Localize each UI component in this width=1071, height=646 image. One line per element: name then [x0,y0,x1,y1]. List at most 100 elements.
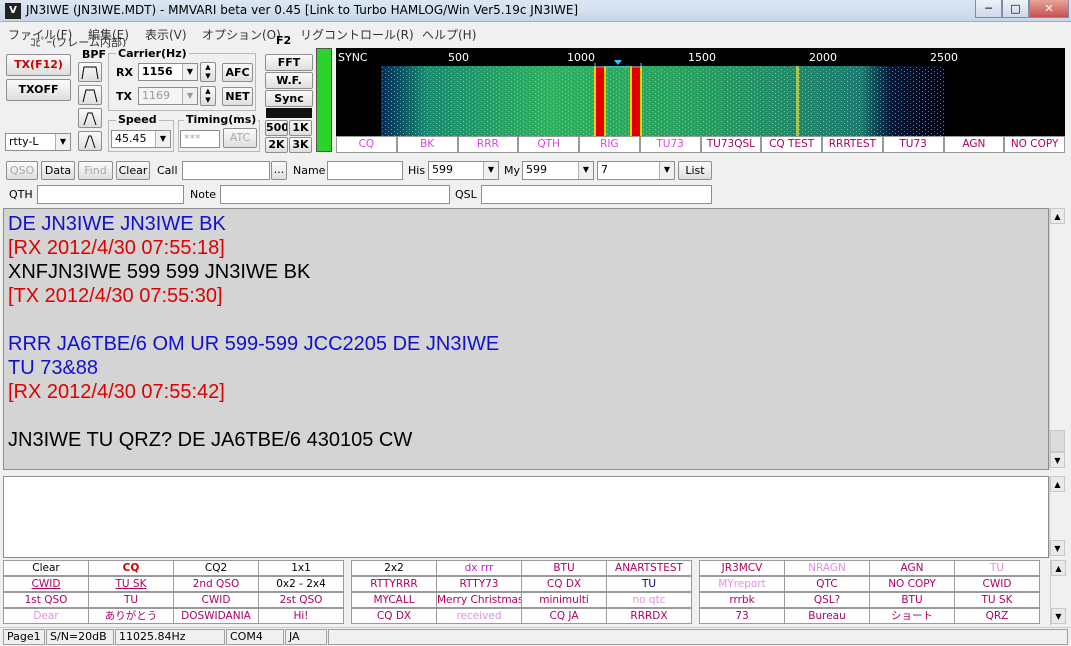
macro-button[interactable]: RTTYRRR [351,576,437,592]
macro-button[interactable]: CQ [88,560,174,576]
rx-spinner[interactable]: ▲ ▼ [200,62,216,82]
atc-button[interactable]: ATC [223,128,257,148]
clear-button[interactable]: Clear [116,161,150,180]
name-input[interactable] [327,161,403,180]
macro-button[interactable]: CQ JA [521,608,607,624]
macro-button[interactable]: 2x2 [351,560,437,576]
his-rst-select[interactable]: 599 ▼ [428,161,499,180]
macro-button[interactable]: NRAGN [784,560,870,576]
tx-frequency-input[interactable]: 1169 ▼ [138,87,198,105]
macro-button[interactable]: RRRDX [606,608,692,624]
macro-button[interactable]: QTC [784,576,870,592]
qth-input[interactable] [37,185,184,204]
macro-button[interactable]: BTU [869,592,955,608]
waterfall-macro-button[interactable]: NO COPY [1004,136,1065,153]
scroll-down-icon[interactable]: ▼ [1050,452,1065,468]
bpf-wide-button[interactable] [78,62,102,82]
macro-button[interactable]: MYreport [699,576,785,592]
qso-button[interactable]: QSO [6,161,38,180]
fft-button[interactable]: FFT [265,54,313,71]
scroll-up-icon[interactable]: ▲ [1050,476,1065,492]
macro-button[interactable]: BTU [521,560,607,576]
menu-help[interactable]: ヘルプ(H) [422,26,476,43]
waterfall-macro-button[interactable]: CQ TEST [761,136,822,153]
bw-1k-button[interactable]: 1K [289,120,312,136]
macro-button[interactable]: ANARTSTEST [606,560,692,576]
macro-button[interactable]: QRZ [954,608,1040,624]
tx-button[interactable]: TX(F12) [6,54,71,76]
maximize-button[interactable]: □ [1002,0,1029,18]
macro-button[interactable]: TU [954,560,1040,576]
waterfall-button[interactable]: W.F. [265,72,313,89]
waterfall-display[interactable]: SYNC 500 1000 1500 2000 2500 [336,48,1065,136]
bw-500-button[interactable]: 500 [265,120,288,136]
bpf-very-narrow-button[interactable] [78,131,102,151]
macro-button[interactable]: TU SK [954,592,1040,608]
tx-spinner[interactable]: ▲ ▼ [200,86,216,106]
macro-button[interactable]: minimulti [521,592,607,608]
macro-button[interactable]: JR3MCV [699,560,785,576]
macro-button[interactable]: CWID [954,576,1040,592]
macro-button[interactable]: QSL? [784,592,870,608]
afc-button[interactable]: AFC [222,63,253,82]
note-input[interactable] [220,185,450,204]
macro-button[interactable]: Bureau [784,608,870,624]
txoff-button[interactable]: TXOFF [6,79,71,101]
macro-button[interactable]: 2st QSO [258,592,344,608]
timing-input[interactable]: *** [180,130,220,148]
transmit-text-pane[interactable] [3,476,1049,558]
bw-2k-button[interactable]: 2K [265,137,288,153]
macro-button[interactable]: rrrbk [699,592,785,608]
bpf-narrow-button[interactable] [78,108,102,128]
macro-button[interactable]: DOSWIDANIA [173,608,259,624]
macro-button[interactable]: 73 [699,608,785,624]
macro-button[interactable]: 1st QSO [3,592,89,608]
waterfall-macro-button[interactable]: RRR [457,136,519,153]
waterfall-macro-button[interactable]: CQ [336,136,397,153]
macro-button[interactable]: CQ DX [521,576,607,592]
macro-button[interactable]: 1x1 [258,560,344,576]
scroll-down-icon[interactable]: ▼ [1050,540,1065,556]
waterfall-macro-button[interactable]: TU73QSL [700,136,762,153]
macro-button[interactable]: Hi! [258,608,344,624]
macro-button[interactable]: ありがとう [88,608,174,624]
waterfall-macro-button[interactable]: QTH [518,136,579,153]
receive-text-pane[interactable]: DE JN3IWE JN3IWE BK [RX 2012/4/30 07:55:1… [3,208,1049,470]
call-lookup-button[interactable]: ... [271,161,287,180]
list-button[interactable]: List [678,161,712,180]
scroll-up-icon[interactable]: ▲ [1051,560,1066,576]
macro-button[interactable]: CWID [3,576,89,592]
find-button[interactable]: Find [78,161,113,180]
waterfall-macro-button[interactable]: RIG [579,136,640,153]
scroll-down-icon[interactable]: ▼ [1051,608,1066,624]
macro-button[interactable]: CQ2 [173,560,259,576]
net-button[interactable]: NET [222,87,253,106]
waterfall-macro-button[interactable]: TU73 [639,136,701,153]
menu-rig-control[interactable]: リグコントロール(R) [300,26,414,43]
speed-select[interactable]: 45.45 ▼ [111,130,171,148]
waterfall-macro-button[interactable]: TU73 [882,136,944,153]
waterfall-macro-button[interactable]: AGN [943,136,1005,153]
macro-button[interactable]: RTTY73 [436,576,522,592]
menu-options[interactable]: オプション(O) [202,26,281,43]
macro-button[interactable]: dx rrr [436,560,522,576]
macro-scrollbar[interactable]: ▲ ▼ [1050,560,1066,626]
macro-button[interactable]: TU [88,592,174,608]
data-button[interactable]: Data [41,161,75,180]
macro-button[interactable]: Merry Christmas [436,592,522,608]
macro-button[interactable]: AGN [869,560,955,576]
macro-button[interactable]: NO COPY [869,576,955,592]
receive-scrollbar[interactable]: ▲ ▼ [1049,208,1065,470]
qsl-input[interactable] [481,185,712,204]
macro-button[interactable]: CWID [173,592,259,608]
mode-select[interactable]: rtty-L ▼ [5,133,71,151]
macro-button[interactable]: 0x2 - 2x4 [258,576,344,592]
menu-view[interactable]: 表示(V) [145,26,187,43]
macro-button[interactable]: MYCALL [351,592,437,608]
call-input[interactable] [182,161,270,180]
rx-frequency-input[interactable]: 1156 ▼ [138,63,198,81]
close-button[interactable]: ✕ [1029,0,1069,18]
macro-button[interactable]: CQ DX [351,608,437,624]
scroll-thumb[interactable] [1050,430,1065,452]
sync-button[interactable]: Sync [265,90,313,107]
